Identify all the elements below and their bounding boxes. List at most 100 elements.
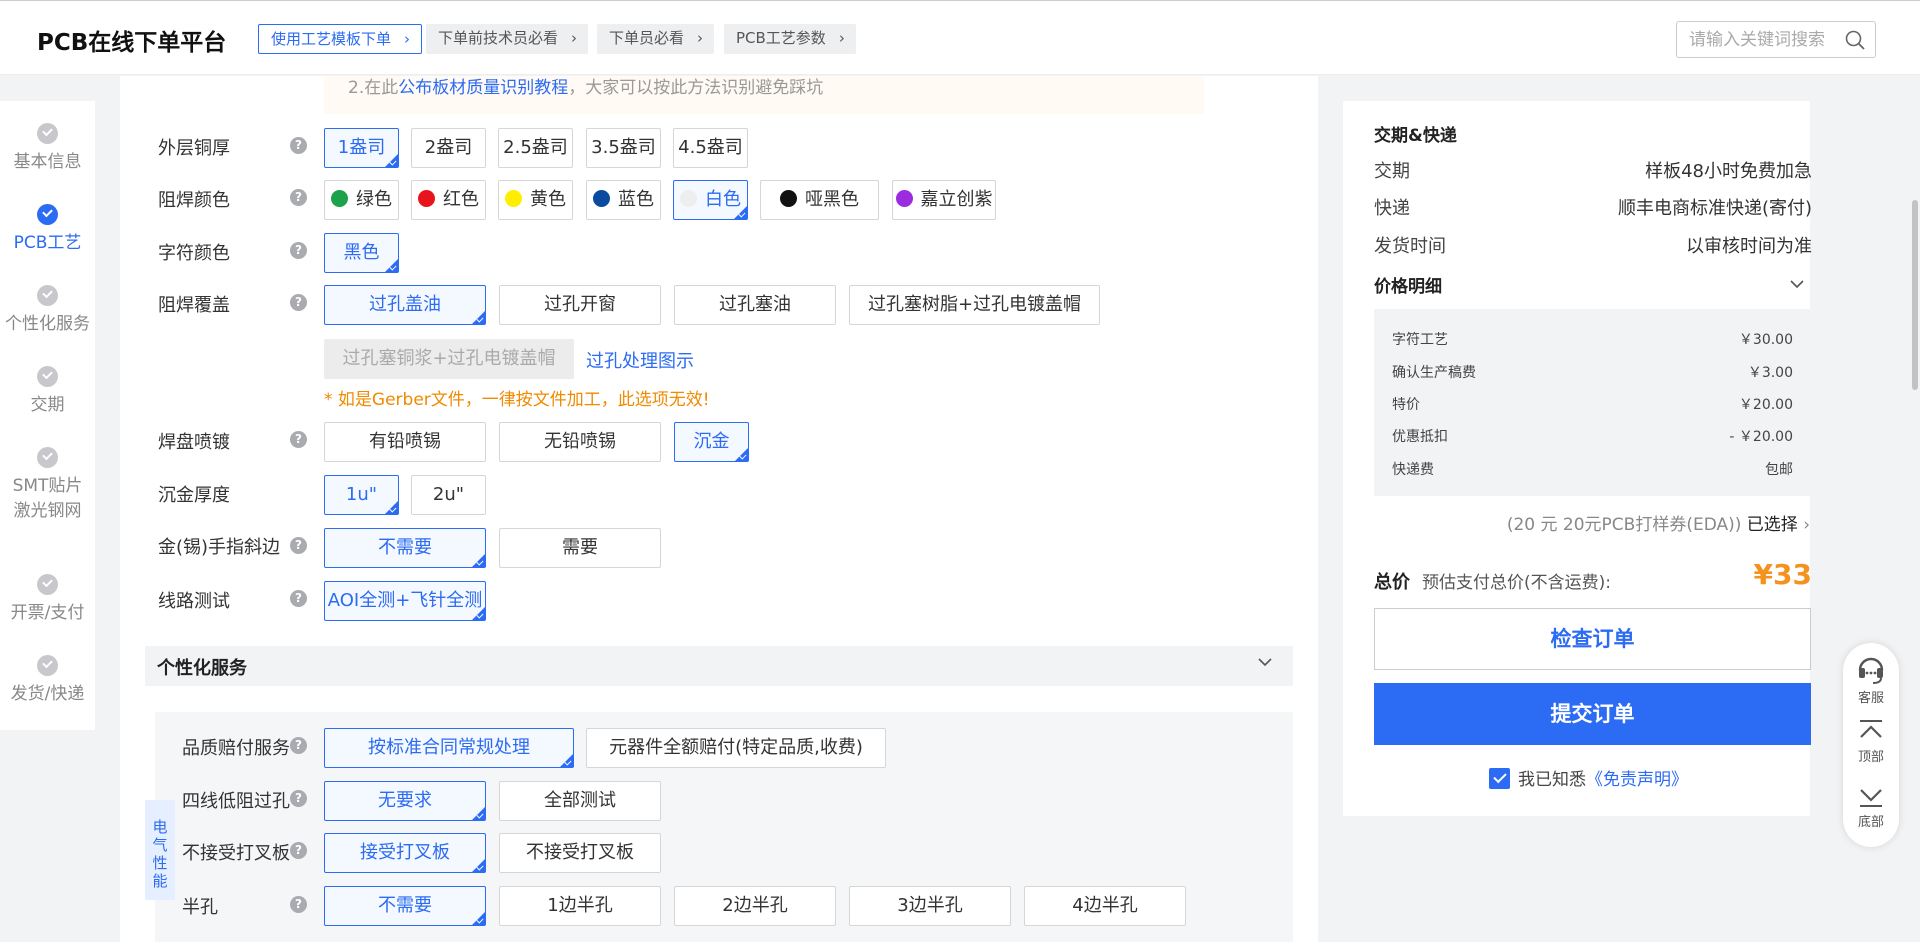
solder-option-red[interactable]: 红色 xyxy=(411,180,486,220)
copper-option-3-5oz[interactable]: 3.5盎司 xyxy=(586,128,661,168)
chevron-down-icon[interactable] xyxy=(1789,276,1805,292)
chevron-right-icon: › xyxy=(1803,515,1810,535)
chevron-right-icon: › xyxy=(571,29,578,47)
half-hole-label: 半孔 xyxy=(182,897,218,918)
help-icon[interactable]: ? xyxy=(290,737,307,754)
step-lead-time[interactable]: 交期 xyxy=(0,366,95,418)
gold-option-2u[interactable]: 2u" xyxy=(411,475,486,515)
via-option-tented[interactable]: 过孔盖油 xyxy=(324,285,486,325)
search-input[interactable] xyxy=(1677,22,1837,57)
step-pcb-process[interactable]: PCB工艺 xyxy=(0,204,95,256)
price-row: 确认生产稿费 ￥3.00 xyxy=(1392,362,1793,382)
gold-finger-option-yes[interactable]: 需要 xyxy=(499,528,661,568)
arrow-to-bottom-icon xyxy=(1860,789,1882,807)
via-option-open[interactable]: 过孔开窗 xyxy=(499,285,661,325)
quality-option-standard[interactable]: 按标准合同常规处理 xyxy=(324,728,574,768)
circuit-test-label: 线路测试 xyxy=(158,591,230,612)
silk-option-black[interactable]: 黑色 xyxy=(324,233,399,273)
half-hole-option-none[interactable]: 不需要 xyxy=(324,886,486,926)
tech-guide-button[interactable]: 下单前技术员必看 › xyxy=(426,24,589,54)
disclaimer-link[interactable]: 《免责声明》 xyxy=(1586,770,1688,790)
coupon-selector[interactable]: (20 元 20元PCB打样券(EDA)) 已选择 › xyxy=(1507,510,1810,535)
help-icon[interactable]: ? xyxy=(290,537,307,554)
solder-option-blue[interactable]: 蓝色 xyxy=(586,180,661,220)
step-personalized-service[interactable]: 个性化服务 xyxy=(0,285,95,337)
surface-option-leadfree-hasl[interactable]: 无铅喷锡 xyxy=(499,422,661,462)
step-label: PCB工艺 xyxy=(13,233,82,253)
search-icon[interactable] xyxy=(1845,30,1865,50)
scroll-bottom-button[interactable]: 底部 xyxy=(1843,783,1899,830)
platform-logo[interactable]: PCB在线下单平台 xyxy=(37,23,226,57)
surface-option-leaded-hasl[interactable]: 有铅喷锡 xyxy=(324,422,486,462)
section-title: 个性化服务 xyxy=(157,658,247,679)
chevron-down-icon[interactable] xyxy=(1257,654,1273,670)
gold-finger-option-no[interactable]: 不需要 xyxy=(324,528,486,568)
via-illustration-link[interactable]: 过孔处理图示 xyxy=(586,347,694,373)
help-icon[interactable]: ? xyxy=(290,294,307,311)
step-shipping[interactable]: 发货/快递 xyxy=(0,655,95,707)
orderer-guide-button[interactable]: 下单员必看 › xyxy=(597,24,715,54)
solder-option-yellow[interactable]: 黄色 xyxy=(498,180,573,220)
surface-option-enig[interactable]: 沉金 xyxy=(674,422,749,462)
check-order-button[interactable]: 检查订单 xyxy=(1374,608,1811,670)
step-label: 个性化服务 xyxy=(5,314,90,334)
coupon-selected: 已选择 xyxy=(1746,515,1798,535)
help-icon[interactable]: ? xyxy=(290,189,307,206)
solder-option-white[interactable]: 白色 xyxy=(673,180,748,220)
step-basic-info[interactable]: 基本信息 xyxy=(0,123,95,175)
help-icon[interactable]: ? xyxy=(290,590,307,607)
page-scrollbar[interactable] xyxy=(1912,200,1918,390)
x-board-option-accept[interactable]: 接受打叉板 xyxy=(324,833,486,873)
solder-option-green[interactable]: 绿色 xyxy=(324,180,399,220)
scroll-top-button[interactable]: 顶部 xyxy=(1843,718,1899,765)
template-order-button[interactable]: 使用工艺模板下单 › xyxy=(258,24,423,54)
help-icon[interactable]: ? xyxy=(290,790,307,807)
solder-option-matte-black[interactable]: 哑黑色 xyxy=(760,180,879,220)
copper-option-2oz[interactable]: 2盎司 xyxy=(411,128,486,168)
green-swatch-icon xyxy=(331,190,348,207)
half-hole-option-2side[interactable]: 2边半孔 xyxy=(674,886,836,926)
help-icon[interactable]: ? xyxy=(290,896,307,913)
material-tutorial-link[interactable]: 公布板材质量识别教程 xyxy=(398,78,568,98)
four-wire-option-all[interactable]: 全部测试 xyxy=(499,781,661,821)
copper-option-2-5oz[interactable]: 2.5盎司 xyxy=(498,128,573,168)
half-hole-option-3side[interactable]: 3边半孔 xyxy=(849,886,1011,926)
gold-thickness-label: 沉金厚度 xyxy=(158,485,230,506)
via-option-resin-capped[interactable]: 过孔塞树脂+过孔电镀盖帽 xyxy=(849,285,1100,325)
pcb-params-button[interactable]: PCB工艺参数 › xyxy=(724,24,856,54)
quality-option-full-comp[interactable]: 元器件全额赔付(特定品质,收费) xyxy=(586,728,886,768)
total-price: ¥33 xyxy=(1753,558,1812,591)
headset-icon xyxy=(1858,657,1884,684)
half-hole-option-1side[interactable]: 1边半孔 xyxy=(499,886,661,926)
service-label: 客服 xyxy=(1857,691,1884,706)
customer-service-button[interactable]: 客服 xyxy=(1843,653,1899,706)
option-label: 蓝色 xyxy=(618,189,654,210)
price-detail-title: 价格明细 xyxy=(1374,277,1442,297)
copper-option-4-5oz[interactable]: 4.5盎司 xyxy=(673,128,748,168)
half-hole-option-4side[interactable]: 4边半孔 xyxy=(1024,886,1186,926)
price-value: 包邮 xyxy=(1765,462,1793,478)
x-board-option-reject[interactable]: 不接受打叉板 xyxy=(499,833,661,873)
agree-checkbox[interactable] xyxy=(1489,768,1510,789)
gold-option-1u[interactable]: 1u" xyxy=(324,475,399,515)
personal-service-section-header[interactable]: 个性化服务 xyxy=(145,646,1293,686)
help-icon[interactable]: ? xyxy=(290,842,307,859)
step-label: 交期 xyxy=(30,395,65,415)
four-wire-option-none[interactable]: 无要求 xyxy=(324,781,486,821)
copper-option-1oz[interactable]: 1盎司 xyxy=(324,128,399,168)
via-cover-label: 阻焊覆盖 xyxy=(158,295,230,316)
step-smt[interactable]: SMT贴片 激光钢网 xyxy=(0,447,95,524)
submit-order-button[interactable]: 提交订单 xyxy=(1374,683,1811,745)
help-icon[interactable]: ? xyxy=(290,431,307,448)
via-option-plugged[interactable]: 过孔塞油 xyxy=(674,285,836,325)
solder-color-label: 阻焊颜色 xyxy=(158,190,230,211)
help-icon[interactable]: ? xyxy=(290,137,307,154)
price-value: ￥3.00 xyxy=(1747,365,1793,381)
notice-prefix: 2.在此 xyxy=(348,78,399,98)
test-option-aoi-flying-probe[interactable]: AOI全测+飞针全测 xyxy=(324,581,486,621)
help-icon[interactable]: ? xyxy=(290,242,307,259)
step-invoice-payment[interactable]: 开票/支付 xyxy=(0,574,95,626)
ship-time-value: 以审核时间为准 xyxy=(1686,236,1812,257)
solder-option-purple[interactable]: 嘉立创紫 xyxy=(892,180,996,220)
pcb-params-label: PCB工艺参数 xyxy=(736,29,826,47)
